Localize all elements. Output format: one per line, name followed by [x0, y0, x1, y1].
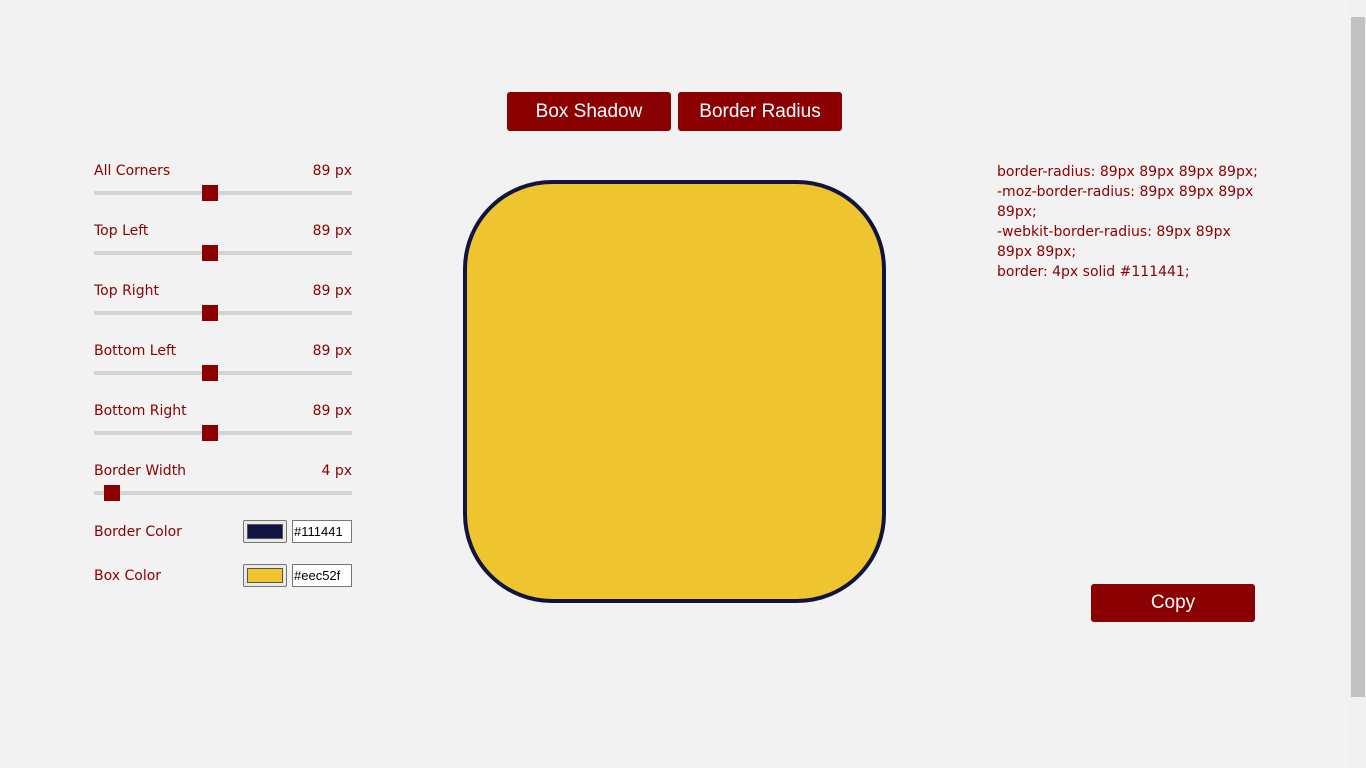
tab-box-shadow[interactable]: Box Shadow [507, 92, 671, 131]
code-line: border-radius: 89px 89px 89px 89px; [997, 164, 1258, 180]
box-color-row: Box Color #eec52f [94, 564, 352, 587]
slider-label: Bottom Right [94, 403, 187, 419]
slider-track[interactable] [94, 485, 352, 501]
slider-thumb[interactable] [201, 425, 218, 441]
slider-value: 89 px [312, 223, 352, 239]
slider-control: Bottom Right 89 px [94, 401, 352, 441]
slider-control: All Corners 89 px [94, 161, 352, 201]
slider-control: Top Right 89 px [94, 281, 352, 321]
box-color-label: Box Color [94, 567, 162, 584]
slider-thumb[interactable] [201, 185, 218, 201]
border-color-label: Border Color [94, 523, 182, 540]
slider-control: Top Left 89 px [94, 221, 352, 261]
slider-label: All Corners [94, 163, 171, 179]
slider-track[interactable] [94, 185, 352, 201]
slider-thumb[interactable] [201, 305, 218, 321]
scrollbar-thumb[interactable] [1351, 17, 1365, 697]
border-color-input[interactable]: #111441 [292, 520, 352, 543]
slider-thumb[interactable] [201, 365, 218, 381]
slider-thumb[interactable] [103, 485, 120, 501]
slider-label: Top Right [94, 283, 159, 299]
slider-control: Bottom Left 89 px [94, 341, 352, 381]
slider-value: 89 px [312, 163, 352, 179]
slider-control: Border Width 4 px [94, 461, 352, 501]
slider-value: 89 px [312, 403, 352, 419]
box-color-input[interactable]: #eec52f [292, 564, 352, 587]
border-color-picker[interactable] [243, 520, 287, 543]
copy-button[interactable]: Copy [1091, 584, 1255, 622]
code-line: -webkit-border-radius: 89px 89px 89px 89… [997, 224, 1231, 260]
code-line: border: 4px solid #111441; [997, 264, 1190, 280]
slider-thumb[interactable] [201, 245, 218, 261]
slider-track[interactable] [94, 245, 352, 261]
box-color-picker[interactable] [243, 564, 287, 587]
slider-value: 89 px [312, 343, 352, 359]
slider-label: Top Left [94, 223, 149, 239]
slider-label: Border Width [94, 463, 187, 479]
css-output: border-radius: 89px 89px 89px 89px; -moz… [997, 162, 1262, 282]
preview-box [463, 180, 886, 603]
slider-value: 89 px [312, 283, 352, 299]
slider-label: Bottom Left [94, 343, 177, 359]
slider-track[interactable] [94, 425, 352, 441]
slider-value: 4 px [321, 463, 352, 479]
code-line: -moz-border-radius: 89px 89px 89px 89px; [997, 184, 1254, 220]
tab-border-radius[interactable]: Border Radius [678, 92, 842, 131]
border-color-row: Border Color #111441 [94, 520, 352, 543]
slider-track[interactable] [94, 365, 352, 381]
scrollbar[interactable] [1350, 0, 1366, 768]
slider-track[interactable] [94, 305, 352, 321]
